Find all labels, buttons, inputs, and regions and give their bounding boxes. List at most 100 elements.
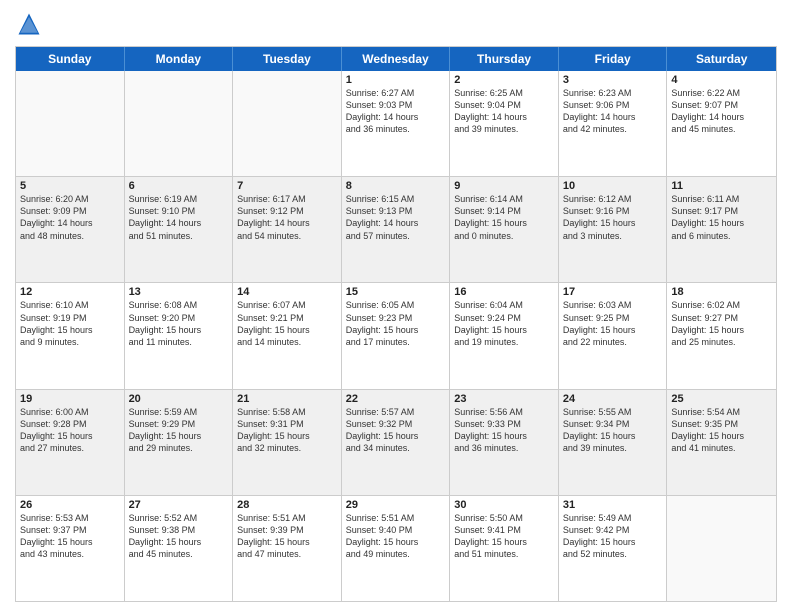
cell-info-line: Sunset: 9:24 PM: [454, 312, 554, 324]
cell-info-line: and 17 minutes.: [346, 336, 446, 348]
day-number: 3: [563, 74, 663, 86]
calendar-day-19: 19Sunrise: 6:00 AMSunset: 9:28 PMDayligh…: [16, 390, 125, 495]
cell-info-line: Sunrise: 6:27 AM: [346, 87, 446, 99]
calendar-row-0: 1Sunrise: 6:27 AMSunset: 9:03 PM Daylight…: [16, 71, 776, 177]
cell-info-line: Sunrise: 5:50 AM: [454, 512, 554, 524]
cell-info-line: Sunrise: 6:11 AM: [671, 193, 772, 205]
calendar: SundayMondayTuesdayWednesdayThursdayFrid…: [15, 46, 777, 602]
cell-info-line: Daylight: 14 hours: [237, 217, 337, 229]
weekday-header-wednesday: Wednesday: [342, 47, 451, 71]
day-number: 23: [454, 393, 554, 405]
calendar-day-16: 16Sunrise: 6:04 AMSunset: 9:24 PMDayligh…: [450, 283, 559, 388]
cell-info-line: Sunset: 9:37 PM: [20, 524, 120, 536]
calendar-day-23: 23Sunrise: 5:56 AMSunset: 9:33 PMDayligh…: [450, 390, 559, 495]
cell-info-line: and 36 minutes.: [346, 123, 446, 135]
day-number: 22: [346, 393, 446, 405]
cell-info-line: and 19 minutes.: [454, 336, 554, 348]
cell-info-line: Daylight: 14 hours: [20, 217, 120, 229]
cell-info-line: Daylight: 15 hours: [563, 536, 663, 548]
cell-info-line: Sunset: 9:23 PM: [346, 312, 446, 324]
cell-info-line: Daylight: 15 hours: [20, 430, 120, 442]
cell-info-line: Sunset: 9:34 PM: [563, 418, 663, 430]
cell-info-line: and 49 minutes.: [346, 548, 446, 560]
calendar-day-5: 5Sunrise: 6:20 AMSunset: 9:09 PMDaylight…: [16, 177, 125, 282]
calendar-day-6: 6Sunrise: 6:19 AMSunset: 9:10 PMDaylight…: [125, 177, 234, 282]
cell-info-line: Sunrise: 6:00 AM: [20, 406, 120, 418]
cell-info-line: Sunset: 9:38 PM: [129, 524, 229, 536]
cell-info-line: Sunset: 9:09 PM: [20, 205, 120, 217]
cell-info-line: and 52 minutes.: [563, 548, 663, 560]
calendar-day-28: 28Sunrise: 5:51 AMSunset: 9:39 PMDayligh…: [233, 496, 342, 601]
cell-info-line: Daylight: 15 hours: [346, 324, 446, 336]
cell-info-line: Sunset: 9:21 PM: [237, 312, 337, 324]
cell-info-line: Sunrise: 6:07 AM: [237, 299, 337, 311]
cell-info-line: and 57 minutes.: [346, 230, 446, 242]
cell-info-line: Sunset: 9:25 PM: [563, 312, 663, 324]
cell-info-line: Sunrise: 5:51 AM: [237, 512, 337, 524]
cell-info-line: and 54 minutes.: [237, 230, 337, 242]
calendar-day-21: 21Sunrise: 5:58 AMSunset: 9:31 PMDayligh…: [233, 390, 342, 495]
cell-info-line: Daylight: 15 hours: [237, 536, 337, 548]
calendar-day-30: 30Sunrise: 5:50 AMSunset: 9:41 PMDayligh…: [450, 496, 559, 601]
cell-info-line: Sunset: 9:39 PM: [237, 524, 337, 536]
day-number: 17: [563, 286, 663, 298]
day-number: 12: [20, 286, 120, 298]
day-number: 18: [671, 286, 772, 298]
day-number: 5: [20, 180, 120, 192]
cell-info-line: Daylight: 15 hours: [129, 324, 229, 336]
cell-info-line: Daylight: 14 hours: [454, 111, 554, 123]
cell-info-line: Sunset: 9:19 PM: [20, 312, 120, 324]
day-number: 1: [346, 74, 446, 86]
cell-info-line: Sunset: 9:06 PM: [563, 99, 663, 111]
cell-info-line: Sunrise: 5:49 AM: [563, 512, 663, 524]
day-number: 15: [346, 286, 446, 298]
cell-info-line: and 41 minutes.: [671, 442, 772, 454]
calendar-day-18: 18Sunrise: 6:02 AMSunset: 9:27 PMDayligh…: [667, 283, 776, 388]
cell-info-line: Sunset: 9:20 PM: [129, 312, 229, 324]
day-number: 25: [671, 393, 772, 405]
calendar-day-12: 12Sunrise: 6:10 AMSunset: 9:19 PMDayligh…: [16, 283, 125, 388]
logo-icon: [15, 10, 43, 38]
day-number: 14: [237, 286, 337, 298]
weekday-header-tuesday: Tuesday: [233, 47, 342, 71]
cell-info-line: Daylight: 15 hours: [454, 430, 554, 442]
cell-info-line: Daylight: 15 hours: [237, 324, 337, 336]
cell-info-line: Sunrise: 6:17 AM: [237, 193, 337, 205]
day-number: 21: [237, 393, 337, 405]
cell-info-line: Sunset: 9:31 PM: [237, 418, 337, 430]
day-number: 13: [129, 286, 229, 298]
calendar-day-empty-0-1: [125, 71, 234, 176]
calendar-day-9: 9Sunrise: 6:14 AMSunset: 9:14 PMDaylight…: [450, 177, 559, 282]
day-number: 26: [20, 499, 120, 511]
cell-info-line: Daylight: 15 hours: [563, 430, 663, 442]
calendar-row-2: 12Sunrise: 6:10 AMSunset: 9:19 PM Dayligh…: [16, 283, 776, 389]
cell-info-line: Sunrise: 5:51 AM: [346, 512, 446, 524]
weekday-header-friday: Friday: [559, 47, 668, 71]
calendar-day-empty-0-2: [233, 71, 342, 176]
cell-info-line: and 51 minutes.: [454, 548, 554, 560]
cell-info-line: Sunrise: 6:03 AM: [563, 299, 663, 311]
cell-info-line: Sunrise: 6:10 AM: [20, 299, 120, 311]
cell-info-line: Sunset: 9:16 PM: [563, 205, 663, 217]
cell-info-line: Sunset: 9:42 PM: [563, 524, 663, 536]
cell-info-line: Sunrise: 6:04 AM: [454, 299, 554, 311]
cell-info-line: Sunset: 9:03 PM: [346, 99, 446, 111]
day-number: 10: [563, 180, 663, 192]
day-number: 31: [563, 499, 663, 511]
logo: [15, 10, 47, 38]
cell-info-line: Sunrise: 5:59 AM: [129, 406, 229, 418]
cell-info-line: Sunrise: 5:57 AM: [346, 406, 446, 418]
cell-info-line: Sunrise: 6:19 AM: [129, 193, 229, 205]
day-number: 6: [129, 180, 229, 192]
cell-info-line: Daylight: 15 hours: [671, 217, 772, 229]
cell-info-line: and 51 minutes.: [129, 230, 229, 242]
day-number: 20: [129, 393, 229, 405]
cell-info-line: Sunset: 9:28 PM: [20, 418, 120, 430]
cell-info-line: Sunset: 9:14 PM: [454, 205, 554, 217]
cell-info-line: Daylight: 15 hours: [20, 536, 120, 548]
calendar-day-2: 2Sunrise: 6:25 AMSunset: 9:04 PMDaylight…: [450, 71, 559, 176]
calendar-header: SundayMondayTuesdayWednesdayThursdayFrid…: [16, 47, 776, 71]
day-number: 19: [20, 393, 120, 405]
cell-info-line: Daylight: 14 hours: [563, 111, 663, 123]
cell-info-line: and 39 minutes.: [454, 123, 554, 135]
